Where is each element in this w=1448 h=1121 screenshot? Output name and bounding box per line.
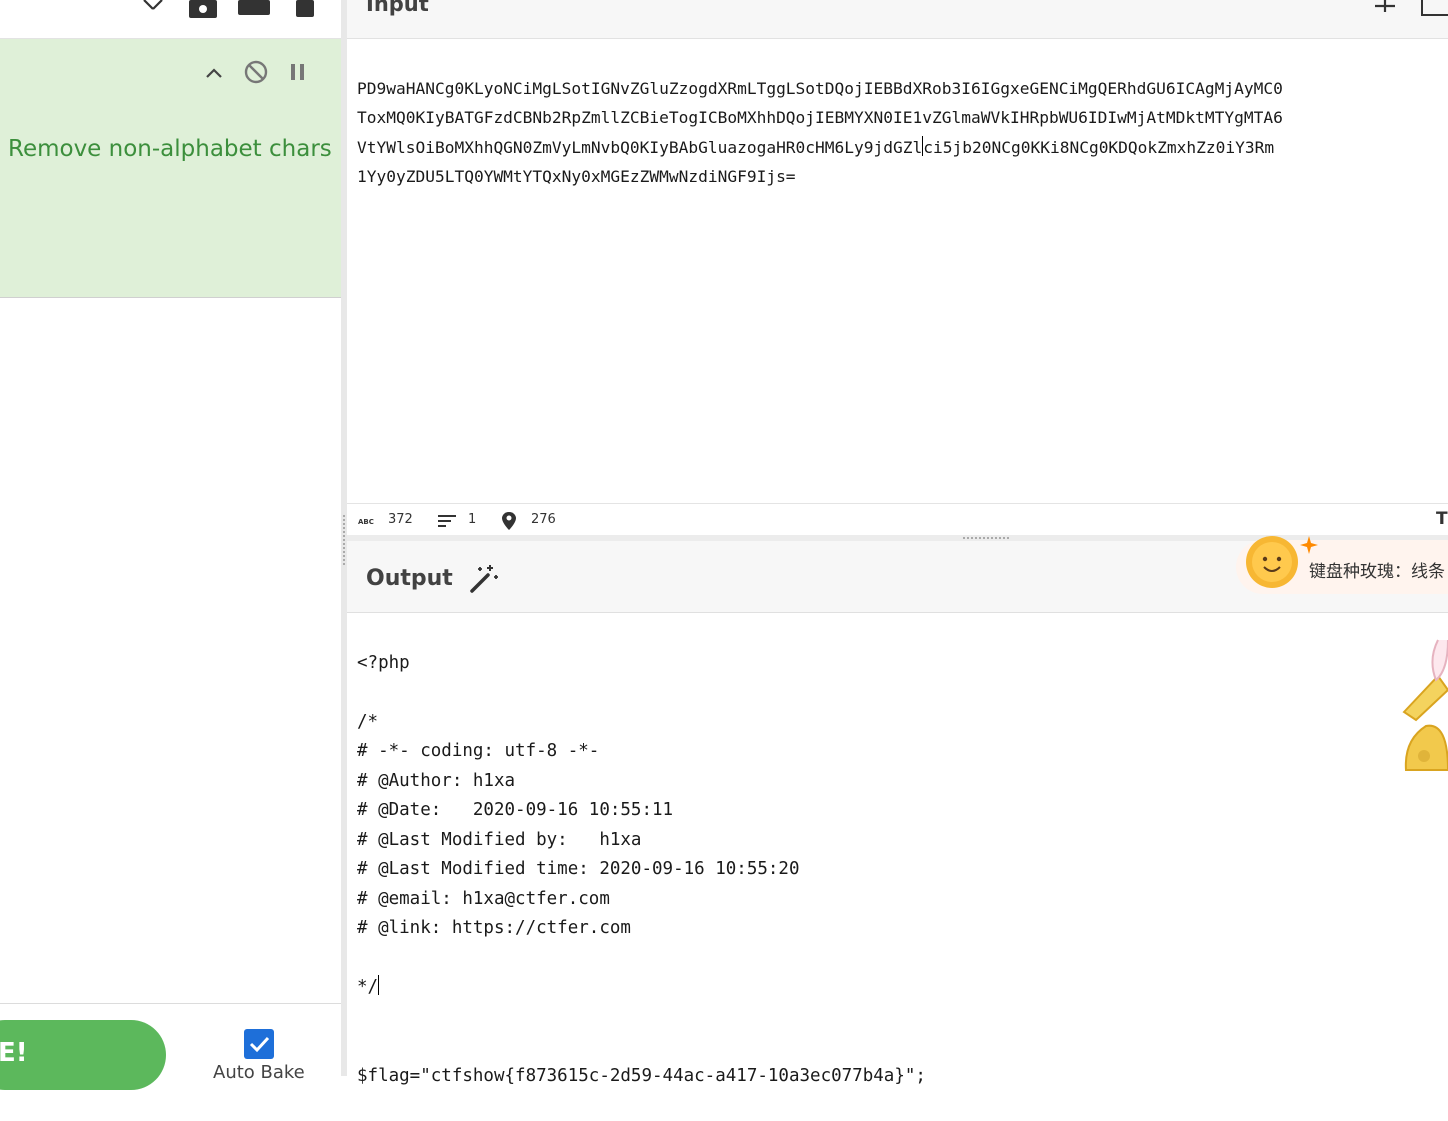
close-icon[interactable] (142, 0, 164, 12)
input-line: 1Yy0yZDU5LTQ0YWMtYTQxNy0xMGEzZWMwNzdiNGF… (357, 167, 796, 187)
output-line: ​ (357, 944, 1397, 974)
recipe-pane: Remove non-alphabet chars E! Auto Bake (0, 0, 341, 1090)
io-resize-handle[interactable] (963, 537, 1009, 539)
input-line-with-cursor: VtYWlsOiBoMXhhQGN0ZmVyLmNvbQ0KIyBAbGluaz… (357, 133, 1448, 163)
output-line: ​ (357, 678, 1397, 708)
output-line: ​ (357, 1003, 1397, 1033)
output-line-with-cursor: */ (357, 973, 1397, 1003)
output-line-segment: */ (357, 977, 379, 997)
folder-icon[interactable] (238, 0, 270, 15)
input-line-segment: VtYWlsOiBoMXhhQGN0ZmVyLmNvbQ0KIyBAbGluaz… (357, 137, 923, 157)
auto-bake-label: Auto Bake (213, 1062, 305, 1083)
input-textarea[interactable]: PD9waHANCg0KLyoNCiMgLSotIGNvZGluZzogdXRm… (357, 44, 1448, 222)
lines-icon (438, 515, 456, 527)
input-line: ToxMQ0KIyBATGFzdCBNb2RpZmllZCBieTogICBoM… (357, 108, 1283, 128)
output-line: # @Date: 2020-09-16 10:55:11 (357, 800, 674, 820)
svg-text:ABC: ABC (358, 518, 374, 525)
cartoon-sticker-icon (1402, 639, 1448, 771)
chevron-up-icon[interactable] (206, 68, 222, 78)
operation-title: Remove non-alphabet chars (8, 136, 332, 162)
magic-wand-icon[interactable] (468, 563, 500, 595)
delete-icon[interactable] (296, 0, 314, 17)
output-line: <?php (357, 652, 410, 673)
output-line: # @link: https://ctfer.com (357, 918, 631, 938)
overlay-text: 键盘种玫瑰：线条 (1309, 562, 1445, 582)
operation-card[interactable]: Remove non-alphabet chars (0, 39, 341, 298)
add-tab-icon[interactable] (1373, 0, 1397, 13)
recipe-toolbar (0, 0, 341, 39)
output-line: $flag="ctfshow{f873615c-2d59-44ac-a417-1… (357, 1065, 926, 1086)
input-header: Input (347, 0, 1448, 39)
abc-length-icon: ABC (358, 518, 374, 525)
input-length: 372 (388, 512, 413, 527)
output-line: # @Last Modified by: h1xa (357, 829, 642, 850)
bake-area: E! Auto Bake (0, 1003, 341, 1090)
disable-icon[interactable] (244, 60, 268, 84)
bake-button-label: E! (0, 1038, 28, 1068)
open-folder-icon[interactable] (1420, 0, 1448, 16)
output-line: # @Last Modified time: 2020-09-16 10:55:… (357, 859, 800, 879)
input-line-count: 1 (468, 512, 477, 527)
auto-bake-checkbox[interactable] (244, 1029, 274, 1059)
input-line: PD9waHANCg0KLyoNCiMgLSotIGNvZGluZzogdXRm… (357, 78, 1283, 98)
location-pin-icon (502, 512, 516, 530)
pause-icon[interactable] (290, 64, 306, 80)
output-textarea[interactable]: <?php ​ /* # -*- coding: utf-8 -*- # @Author… (357, 619, 1397, 1121)
save-icon[interactable] (189, 0, 217, 18)
cursor-position: 276 (531, 512, 556, 527)
input-title: Input (366, 0, 429, 16)
input-encoding-label[interactable]: T (1436, 509, 1448, 529)
output-title: Output (366, 566, 453, 591)
text-cursor (378, 975, 380, 995)
output-line: ​ (357, 1032, 1397, 1062)
output-line: # @Author: h1xa (357, 770, 516, 791)
output-line: # -*- coding: utf-8 -*- (357, 741, 600, 761)
output-line: # @email: h1xa@ctfer.com (357, 888, 610, 909)
output-line: /* (357, 711, 379, 732)
input-line-segment: ci5jb20NCg0KKi8NCg0KDQokZmxhZz0iY3Rm (923, 137, 1275, 157)
bake-button[interactable]: E! (0, 1020, 166, 1090)
checkmark-icon (249, 1036, 270, 1053)
